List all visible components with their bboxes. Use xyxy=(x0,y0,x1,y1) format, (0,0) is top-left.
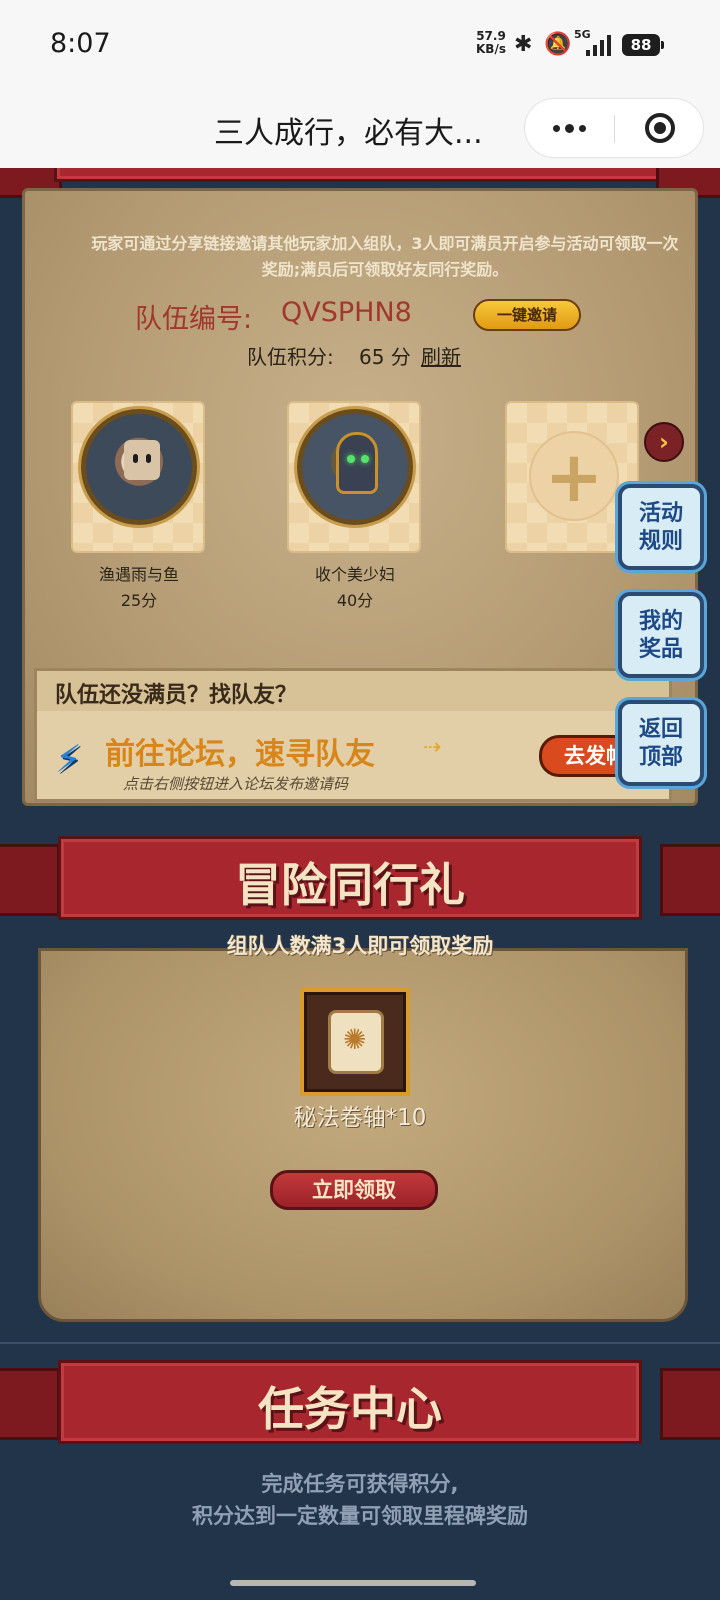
more-dots-icon xyxy=(553,124,560,132)
task-description-line-2: 积分达到一定数量可领取里程碑奖励 xyxy=(192,1504,528,1528)
claim-button[interactable]: 立即领取 xyxy=(270,1170,438,1210)
status-bar: 8:07 57.9 KB/s ✱ 🔕 5G 88 xyxy=(0,0,720,92)
page-title: 三人成行，必有大... xyxy=(214,116,483,151)
section-divider xyxy=(0,1342,720,1344)
member-score: 25分 xyxy=(120,591,158,610)
team-description: 玩家可通过分享链接邀请其他玩家加入组队，3人即可满员开启参与活动可领取一次奖励;… xyxy=(91,234,679,279)
close-button[interactable] xyxy=(615,99,704,157)
ribbon-tail-right xyxy=(660,844,720,916)
top-ribbon xyxy=(54,168,666,182)
member-name: 渔遇雨与鱼 xyxy=(98,565,179,584)
ribbon-tail-left xyxy=(0,1368,60,1440)
recruit-subtitle: 点击右侧按钮进入论坛发布邀请码 xyxy=(123,775,349,793)
back-to-top-button[interactable]: 返回 顶部 xyxy=(618,700,704,786)
mini-program-title-bar: 三人成行，必有大... xyxy=(0,92,720,168)
team-id-label: 队伍编号: xyxy=(135,304,253,335)
member-slot-1[interactable] xyxy=(71,401,205,553)
avatar xyxy=(81,409,197,525)
team-score-label: 队伍积分: xyxy=(247,345,334,369)
reward-subtitle: 组队人数满3人即可领取奖励 xyxy=(226,934,494,958)
refresh-link[interactable]: 刷新 xyxy=(421,341,461,370)
battery-icon: 88 xyxy=(622,34,664,56)
plus-icon: + xyxy=(529,431,619,521)
task-description-line-1: 完成任务可获得积分, xyxy=(261,1472,459,1496)
network-speed-unit: KB/s xyxy=(476,42,506,56)
recruit-title: 队伍还没满员？找队友？ xyxy=(55,683,298,708)
task-description: 完成任务可获得积分, 积分达到一定数量可领取里程碑奖励 xyxy=(0,1468,720,1532)
chevron-right-icon[interactable]: › xyxy=(644,422,684,462)
reward-title: 冒险同行礼 xyxy=(235,858,465,912)
recruit-header: 队伍还没满员？找队友？ xyxy=(37,671,669,711)
my-prizes-button[interactable]: 我的 奖品 xyxy=(618,592,704,678)
reward-item[interactable] xyxy=(300,988,410,1096)
arrow-right-icon: ⇢ xyxy=(423,735,442,760)
member-slot-2[interactable] xyxy=(287,401,421,553)
reward-item-name: 秘法卷轴*10 xyxy=(293,1105,427,1131)
team-score-value: 65 分 xyxy=(359,345,411,369)
capsule-menu xyxy=(524,98,704,158)
reward-title-banner: 冒险同行礼 xyxy=(58,836,642,920)
member-name: 收个美少妇 xyxy=(314,565,395,584)
recruit-banner: 队伍还没满员？找队友？ ⚡ 前往论坛，速寻队友 ⇢ 点击右侧按钮进入论坛发布邀请… xyxy=(34,668,672,802)
invite-button[interactable]: 一键邀请 xyxy=(473,299,581,331)
ribbon-tail-right xyxy=(660,1368,720,1440)
recruit-cta: 前往论坛，速寻队友 xyxy=(105,737,375,772)
team-id-value: QVSPHN8 xyxy=(281,297,412,328)
bluetooth-icon: ✱ xyxy=(514,32,533,57)
scroll-icon xyxy=(328,1010,384,1074)
page-content: 玩家可通过分享链接邀请其他玩家加入组队，3人即可满员开启参与活动可领取一次奖励;… xyxy=(0,168,720,1600)
task-center-title: 任务中心 xyxy=(258,1382,442,1436)
network-speed: 57.9 KB/s xyxy=(476,30,506,56)
activity-rules-button[interactable]: 活动 规则 xyxy=(618,484,704,570)
avatar xyxy=(297,409,413,525)
lightning-icon: ⚡ xyxy=(55,737,82,781)
member-score: 40分 xyxy=(336,591,374,610)
home-indicator[interactable] xyxy=(230,1580,476,1586)
task-title-banner: 任务中心 xyxy=(58,1360,642,1444)
more-button[interactable] xyxy=(525,99,614,157)
ribbon-tail-left xyxy=(0,844,60,916)
mute-icon: 🔕 xyxy=(544,32,572,57)
signal-icon xyxy=(586,34,612,56)
clock: 8:07 xyxy=(50,28,111,59)
